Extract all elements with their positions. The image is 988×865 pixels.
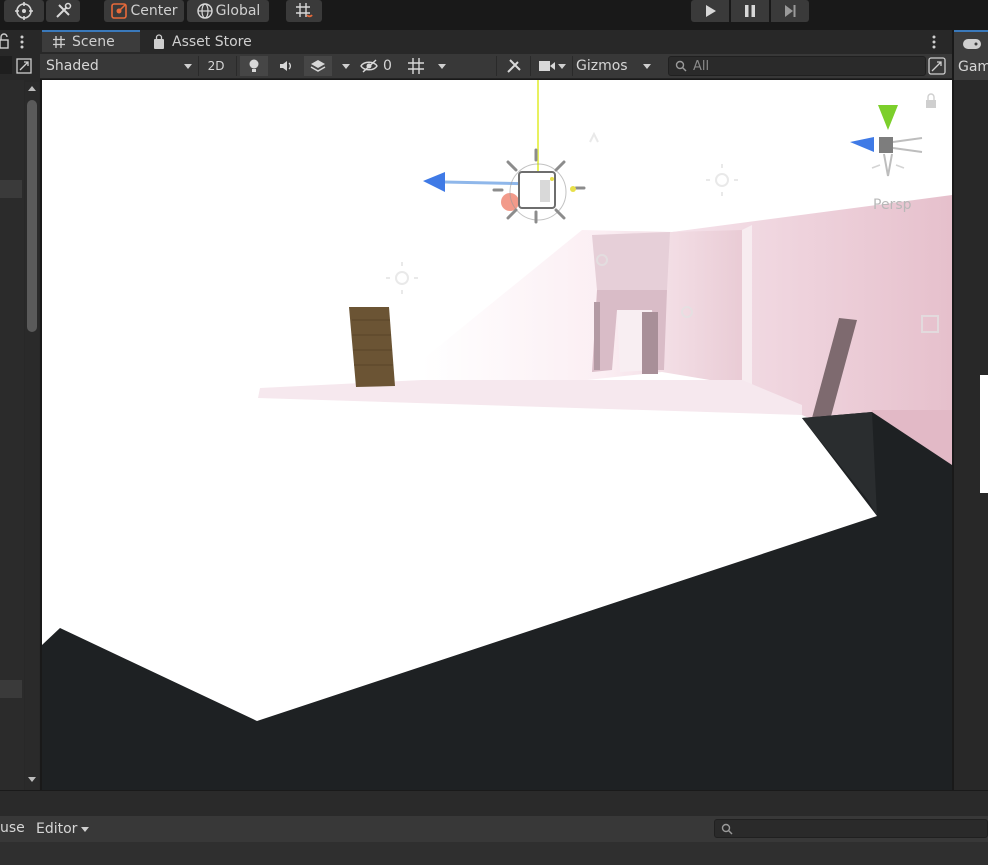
- search-icon: [721, 823, 733, 835]
- draw-mode-value: Shaded: [46, 58, 99, 74]
- pause-on-error-label[interactable]: use: [0, 820, 25, 836]
- console-content: [0, 842, 988, 865]
- bottom-tab-bar: [0, 790, 988, 817]
- tab-asset-store[interactable]: Asset Store: [146, 30, 252, 54]
- play-icon: [706, 5, 716, 17]
- pause-button[interactable]: [731, 0, 769, 22]
- light-bulb-icon: [249, 59, 259, 72]
- view-tool-button[interactable]: [4, 0, 44, 22]
- play-button[interactable]: [691, 0, 729, 22]
- hierarchy-panel-edge: [0, 30, 40, 790]
- chevron-down-icon: [342, 63, 350, 69]
- shopping-bag-icon: [154, 34, 164, 49]
- tools-icon: [56, 2, 72, 18]
- space-label: Global: [215, 3, 261, 19]
- view-tool-icon: [15, 2, 33, 20]
- chevron-down-icon: [643, 63, 651, 69]
- search-placeholder: All: [693, 58, 710, 74]
- game-panel-edge: Gam: [954, 30, 988, 790]
- effects-toggle[interactable]: [304, 56, 332, 76]
- custom-tool-button[interactable]: [46, 0, 80, 22]
- chevron-down-icon: [184, 64, 192, 69]
- chevron-down-icon: [438, 63, 446, 69]
- editor-dropdown-label: Editor: [36, 821, 78, 837]
- camera-dropdown[interactable]: [554, 56, 570, 76]
- tools-icon: [507, 59, 521, 73]
- pivot-icon: [111, 3, 128, 19]
- effects-dropdown[interactable]: [336, 56, 356, 76]
- main-toolbar: Center Global: [0, 0, 988, 26]
- scroll-up-icon[interactable]: [27, 84, 37, 92]
- panel-menu-icon[interactable]: [930, 34, 938, 50]
- scene-hash-icon: [53, 36, 65, 48]
- maximize-icon[interactable]: [16, 58, 34, 74]
- scene-visibility-toggle[interactable]: 0: [360, 56, 400, 76]
- projection-label[interactable]: Persp: [873, 197, 912, 213]
- search-icon: [675, 60, 687, 72]
- maximize-icon[interactable]: [928, 57, 946, 75]
- hierarchy-row-selected[interactable]: [0, 180, 22, 198]
- tab-scene[interactable]: Scene: [42, 30, 140, 52]
- step-button[interactable]: [771, 0, 809, 22]
- tab-asset-store-label: Asset Store: [172, 34, 252, 50]
- gizmos-dropdown[interactable]: [638, 56, 656, 76]
- scene-toolbar: Shaded 2D 0 Gizmos All: [40, 54, 952, 79]
- console-toolbar: use Editor: [0, 816, 988, 842]
- scroll-down-icon[interactable]: [27, 776, 37, 784]
- grid-toggle[interactable]: [402, 56, 430, 76]
- lock-icon: [0, 33, 9, 49]
- tools-toggle[interactable]: [500, 56, 528, 76]
- lighting-toggle[interactable]: [240, 56, 268, 76]
- speaker-icon: [280, 61, 291, 71]
- scene-render: [42, 80, 952, 790]
- tab-game[interactable]: Gam: [954, 30, 988, 80]
- step-icon: [785, 5, 796, 17]
- panel-menu-icon[interactable]: [18, 34, 26, 50]
- toggle-2d-label: 2D: [207, 59, 225, 73]
- draw-mode-dropdown[interactable]: Shaded: [46, 56, 192, 76]
- scene-viewport[interactable]: Persp: [42, 80, 952, 790]
- audio-toggle[interactable]: [272, 56, 300, 76]
- tab-scene-label: Scene: [72, 34, 115, 50]
- console-search-input[interactable]: [714, 819, 988, 838]
- grid-dropdown[interactable]: [432, 56, 452, 76]
- chevron-down-icon: [81, 826, 90, 832]
- scene-tab-bar: Scene Asset Store: [40, 30, 952, 54]
- tab-game-label: Gam: [958, 59, 988, 75]
- game-view-preview: [980, 375, 988, 493]
- gizmos-button[interactable]: Gizmos: [576, 56, 634, 76]
- globe-icon: [196, 3, 213, 19]
- grid-snap-button[interactable]: [286, 0, 322, 22]
- chevron-down-icon: [558, 63, 566, 69]
- layers-icon: [310, 60, 326, 72]
- hierarchy-scrollbar[interactable]: [25, 82, 39, 790]
- grid-snap-icon: [296, 3, 313, 18]
- space-global-button[interactable]: Global: [187, 0, 269, 22]
- pivot-center-button[interactable]: Center: [104, 0, 184, 22]
- toggle-2d-button[interactable]: 2D: [202, 56, 230, 76]
- gamepad-icon: [963, 39, 981, 49]
- gizmos-label: Gizmos: [576, 58, 628, 74]
- editor-dropdown[interactable]: Editor: [36, 818, 90, 840]
- scene-search-input[interactable]: All: [668, 56, 926, 76]
- scrollbar-thumb[interactable]: [27, 100, 37, 332]
- hidden-count: 0: [383, 58, 392, 74]
- hidden-eye-icon: [360, 59, 378, 73]
- grid-icon: [408, 58, 424, 74]
- pause-icon: [745, 5, 755, 17]
- pivot-label: Center: [130, 3, 178, 19]
- hierarchy-row-selected[interactable]: [0, 680, 22, 698]
- hierarchy-search-field[interactable]: [0, 56, 12, 74]
